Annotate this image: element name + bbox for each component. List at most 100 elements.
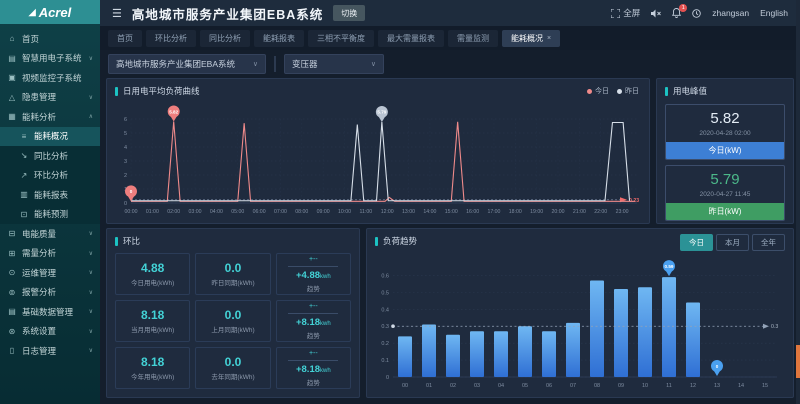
mom-cell-label: 趋势 [307, 283, 320, 293]
mom-cell-value: 8.18 [141, 308, 164, 322]
speaker-muted-icon [651, 9, 661, 18]
mom-cell: +-- +4.88 kwh 趋势 [276, 253, 351, 295]
mute-button[interactable] [651, 9, 661, 18]
sidebar-item[interactable]: ▤ 智慧用电子系统 ∨ [0, 49, 100, 69]
menu-item-icon: ⊡ [19, 210, 29, 219]
mom-cell-percent: +-- [309, 350, 318, 357]
trend-range-button[interactable]: 今日 [680, 234, 713, 251]
tab-label: 同比分析 [209, 33, 241, 44]
svg-text:04: 04 [498, 383, 504, 389]
chart-legend: 今日 昨日 [587, 86, 639, 96]
sidebar-item[interactable]: ≡ 能耗概况 [0, 127, 100, 147]
tab[interactable]: 能耗报表 [254, 30, 304, 47]
peak-today-button[interactable]: 今日(kW) [666, 142, 784, 159]
scrollbar-thumb[interactable] [796, 345, 800, 378]
legend-yesterday[interactable]: 昨日 [617, 86, 639, 96]
svg-text:13: 13 [714, 383, 720, 389]
sidebar-item[interactable]: ⊙ 运维管理 ∨ [0, 263, 100, 283]
org-select[interactable]: 高地城市服务产业集团EBA系统 ∨ [108, 54, 266, 74]
tab[interactable]: 需量监测 [448, 30, 498, 47]
mom-comparison-panel: 环比 4.88 今日用电(kWh) 0.0 [106, 228, 360, 398]
hamburger-icon[interactable]: ☰ [112, 7, 122, 20]
sidebar-item[interactable]: ▯ 日志管理 ∨ [0, 341, 100, 361]
notifications-button[interactable]: 1 [672, 8, 681, 18]
mom-cell-label: 上月同期(kWh) [211, 324, 254, 334]
load-trend-panel: 负荷趋势 今日 本月 全年 00.10.20.30.40.50.60001020… [366, 228, 794, 398]
mom-cell-delta: +8.18 [296, 317, 320, 328]
svg-text:3: 3 [124, 159, 127, 165]
mom-cell: 4.88 今日用电(kWh) [115, 253, 190, 295]
mom-cell-unit: kwh [320, 368, 331, 374]
svg-text:15: 15 [762, 383, 768, 389]
trend-range-button[interactable]: 本月 [716, 234, 749, 251]
fullscreen-button[interactable]: 全屏 [611, 7, 640, 19]
tab[interactable]: 能耗概况 × [502, 30, 560, 47]
tab-label: 需量监测 [457, 33, 489, 44]
sidebar-item[interactable]: △ 隐患管理 ∨ [0, 88, 100, 108]
menu-item-icon: ⊞ [7, 249, 17, 258]
sidebar-item[interactable]: ⊞ 需量分析 ∨ [0, 244, 100, 264]
chevron-icon: ∨ [89, 94, 93, 101]
user-menu[interactable]: zhangsan [712, 8, 749, 18]
tab[interactable]: 环比分析 [146, 30, 196, 47]
sidebar-item[interactable]: ↘ 同比分析 [0, 146, 100, 166]
legend-today[interactable]: 今日 [587, 86, 609, 96]
tab-label: 能耗报表 [263, 33, 295, 44]
svg-text:07: 07 [570, 383, 576, 389]
sidebar-item[interactable]: ↗ 环比分析 [0, 166, 100, 186]
menu-item-label: 隐患管理 [22, 91, 56, 103]
device-select[interactable]: 变压器 ∨ [284, 54, 384, 74]
switch-button[interactable]: 切换 [333, 5, 365, 21]
svg-text:09: 09 [618, 383, 624, 389]
history-button[interactable] [692, 9, 701, 18]
sidebar-item[interactable]: ⌂ 首页 [0, 29, 100, 49]
svg-text:0.3: 0.3 [771, 324, 778, 330]
device-select-value: 变压器 [292, 58, 318, 70]
svg-text:00:00: 00:00 [125, 209, 138, 215]
language-switcher[interactable]: English [760, 8, 788, 18]
sidebar-item[interactable]: ▦ 能耗分析 ∧ [0, 107, 100, 127]
mom-cell-label: 昨日同期(kWh) [211, 277, 254, 287]
svg-text:19:00: 19:00 [530, 209, 543, 215]
peak-card-today: 5.82 2020-04-28 02:00 今日(kW) [665, 104, 785, 160]
sidebar-item[interactable]: ⊟ 电能质量 ∨ [0, 224, 100, 244]
mom-cell: +-- +8.18 kwh 趋势 [276, 347, 351, 389]
svg-text:0: 0 [716, 364, 719, 369]
sidebar-item[interactable]: ⊚ 报警分析 ∨ [0, 283, 100, 303]
svg-text:11: 11 [666, 383, 672, 389]
tab-close-icon[interactable]: × [547, 35, 551, 42]
menu-item-label: 智慧用电子系统 [22, 52, 82, 64]
peak-yesterday-button[interactable]: 昨日(kW) [666, 203, 784, 220]
sidebar: ◢ Acrel ⌂ 首页 ▤ 智慧用电子系统 ∨ ▣ 视频监控子 [0, 0, 100, 404]
svg-text:5.79: 5.79 [377, 110, 386, 115]
mom-cell-divider [288, 360, 338, 361]
mom-grid: 4.88 今日用电(kWh) 0.0 [107, 249, 359, 397]
svg-text:07:00: 07:00 [274, 209, 287, 215]
tab[interactable]: 三相不平衡度 [308, 30, 374, 47]
sidebar-item[interactable]: ▤ 基础数据管理 ∨ [0, 302, 100, 322]
tab[interactable]: 首页 [108, 30, 142, 47]
sidebar-item[interactable]: ⊛ 系统设置 ∨ [0, 322, 100, 342]
svg-text:14:00: 14:00 [423, 209, 436, 215]
sidebar-item[interactable]: ▣ 视频监控子系统 [0, 68, 100, 88]
svg-text:0: 0 [130, 189, 133, 194]
tab[interactable]: 同比分析 [200, 30, 250, 47]
menu-item-label: 能耗报表 [34, 189, 68, 201]
mom-cell-percent: +-- [309, 256, 318, 263]
page-title: 高地城市服务产业集团EBA系统 [132, 4, 323, 23]
menu-item-icon: ⊛ [7, 327, 17, 336]
menu-item-icon: ≡ [19, 132, 29, 141]
menu-item-label: 需量分析 [22, 247, 56, 259]
tab[interactable]: 最大需量报表 [378, 30, 444, 47]
page-scrollbar [796, 0, 800, 404]
chevron-down-icon: ∨ [243, 60, 258, 68]
sidebar-item[interactable]: ▥ 能耗报表 [0, 185, 100, 205]
sidebar-item[interactable]: ⊡ 能耗预测 [0, 205, 100, 225]
daily-load-title: 日用电平均负荷曲线 [123, 85, 200, 97]
chevron-icon: ∧ [89, 113, 93, 120]
chevron-icon: ∨ [89, 328, 93, 335]
trend-range-button[interactable]: 全年 [752, 234, 785, 251]
svg-text:10: 10 [642, 383, 648, 389]
peak-time-today: 2020-04-28 02:00 [666, 127, 784, 142]
menu-item-label: 能耗概况 [34, 130, 68, 142]
